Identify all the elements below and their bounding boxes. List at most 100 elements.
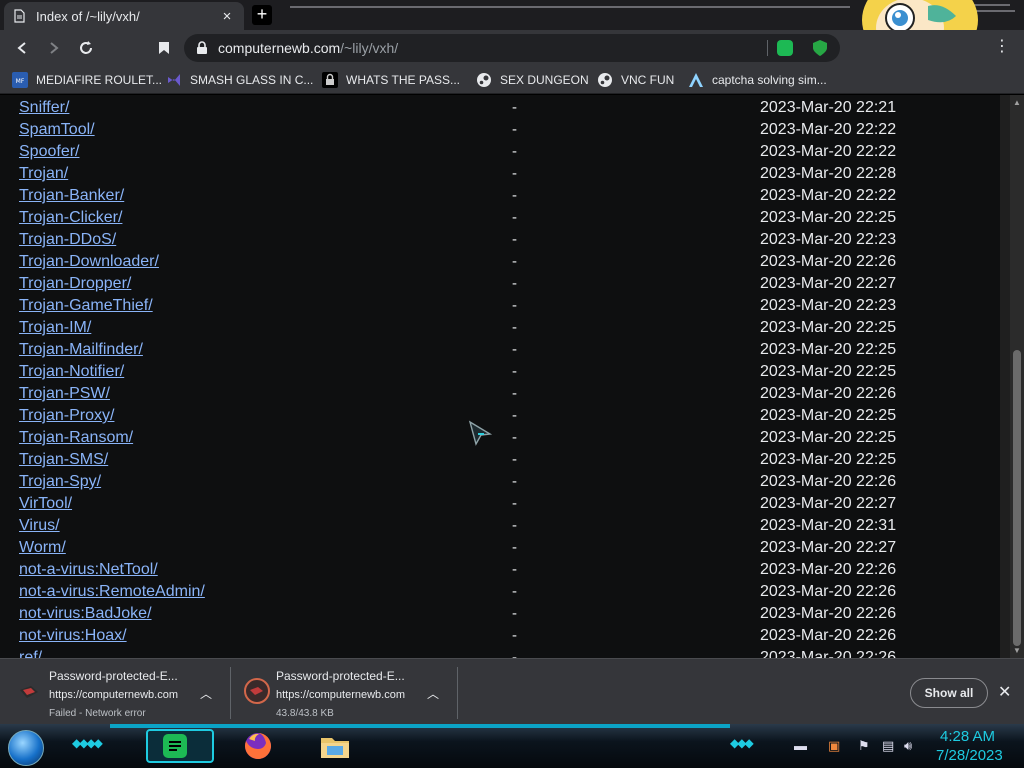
address-bar[interactable]: computernewb.com/~lily/vxh/	[184, 34, 840, 62]
directory-link[interactable]: Trojan-Notifier/	[19, 363, 124, 381]
firefox-icon[interactable]	[241, 729, 275, 763]
directory-link[interactable]: Virus/	[19, 517, 60, 535]
shield-extension-icon[interactable]	[812, 39, 828, 57]
date-cell: 2023-Mar-20 22:26	[760, 627, 897, 644]
directory-link[interactable]: Trojan-GameThief/	[19, 297, 153, 315]
directory-link[interactable]: ref/	[19, 649, 42, 658]
volume-icon[interactable]: 🔊︎	[904, 738, 912, 754]
new-tab-button[interactable]: +	[252, 5, 272, 25]
show-desktop-icon[interactable]: ▬	[794, 738, 807, 753]
scroll-down-arrow-icon[interactable]: ▼	[1013, 646, 1021, 655]
clock-date[interactable]: 7/28/2023	[936, 747, 1003, 764]
directory-link[interactable]: not-a-virus:NetTool/	[19, 561, 158, 579]
browser-menu-button[interactable]: ⋮	[994, 36, 1010, 56]
directory-link[interactable]: Trojan-Banker/	[19, 187, 124, 205]
download-item[interactable]: Password-protected-E... https://computer…	[0, 659, 230, 725]
table-row: Trojan-IM/ - 2023-Mar-20 22:25	[0, 319, 1000, 341]
table-row: Virus/ - 2023-Mar-20 22:31	[0, 517, 1000, 539]
tray-app-icon[interactable]: ▣	[828, 738, 840, 754]
tab-close-button[interactable]: ×	[218, 8, 236, 25]
directory-link[interactable]: Trojan-SMS/	[19, 451, 108, 469]
chevron-up-icon[interactable]: ︿	[200, 685, 212, 702]
directory-link[interactable]: VirTool/	[19, 495, 72, 513]
directory-link[interactable]: Trojan-Proxy/	[19, 407, 114, 425]
close-icon[interactable]: ✕	[998, 682, 1011, 702]
date-cell: 2023-Mar-20 22:27	[760, 539, 897, 556]
url-text: computernewb.com/~lily/vxh/	[218, 40, 398, 56]
size-cell: -	[512, 539, 517, 556]
table-row: Trojan-Dropper/ - 2023-Mar-20 22:27	[0, 275, 1000, 297]
directory-link[interactable]: Trojan-Spy/	[19, 473, 101, 491]
visual-studio-icon	[166, 72, 182, 88]
file-explorer-icon[interactable]	[318, 729, 352, 763]
show-all-button[interactable]: Show all	[910, 678, 988, 708]
download-status: 43.8/43.8 KB	[276, 708, 334, 719]
reload-button[interactable]	[74, 36, 98, 60]
download-filename: Password-protected-E...	[276, 669, 405, 683]
network-icon[interactable]: ▤	[882, 738, 894, 754]
directory-link[interactable]: Trojan-Clicker/	[19, 209, 122, 227]
directory-link[interactable]: Worm/	[19, 539, 66, 557]
download-divider	[457, 667, 458, 719]
size-cell: -	[512, 407, 517, 424]
size-cell: -	[512, 253, 517, 270]
directory-link[interactable]: not-virus:BadJoke/	[19, 605, 152, 623]
clock-time[interactable]: 4:28 AM	[940, 728, 995, 745]
scrollbar-thumb[interactable]	[1013, 350, 1021, 646]
size-cell: -	[512, 187, 517, 204]
download-item[interactable]: Password-protected-E... https://computer…	[231, 659, 457, 725]
bookmark-icon	[159, 42, 169, 54]
vertical-scrollbar[interactable]: ▲ ▼	[1010, 95, 1024, 658]
chevron-up-icon[interactable]: ︿	[427, 685, 439, 702]
table-row: Trojan-Banker/ - 2023-Mar-20 22:22	[0, 187, 1000, 209]
bookmark-item[interactable]: WHATS THE PASS...	[322, 70, 460, 90]
directory-link[interactable]: not-a-virus:RemoteAdmin/	[19, 583, 205, 601]
table-row: Worm/ - 2023-Mar-20 22:27	[0, 539, 1000, 561]
forward-arrow-icon	[50, 42, 59, 54]
directory-link[interactable]: Spoofer/	[19, 143, 79, 161]
bookmark-item[interactable]: captcha solving sim...	[688, 70, 827, 90]
directory-listing: Sniffer/ - 2023-Mar-20 22:21 SpamTool/ - 202…	[0, 95, 1010, 658]
bookmark-item[interactable]: SMASH GLASS IN C...	[166, 70, 313, 90]
size-cell: -	[512, 121, 517, 138]
date-cell: 2023-Mar-20 22:26	[760, 561, 897, 578]
table-row: Trojan-Spy/ - 2023-Mar-20 22:26	[0, 473, 1000, 495]
directory-link[interactable]: Trojan-Ransom/	[19, 429, 133, 447]
directory-link[interactable]: SpamTool/	[19, 121, 95, 139]
bookmark-item[interactable]: MF MEDIAFIRE ROULET...	[12, 70, 162, 90]
size-cell: -	[512, 517, 517, 534]
directory-link[interactable]: Trojan-Downloader/	[19, 253, 159, 271]
table-row: not-a-virus:RemoteAdmin/ - 2023-Mar-20 22:…	[0, 583, 1000, 605]
table-row: Trojan-Proxy/ - 2023-Mar-20 22:25	[0, 407, 1000, 429]
bookmark-item[interactable]: SEX DUNGEON	[476, 70, 589, 90]
date-cell: 2023-Mar-20 22:25	[760, 209, 897, 226]
bookmark-star-button[interactable]	[152, 36, 176, 60]
directory-link[interactable]: Trojan-PSW/	[19, 385, 110, 403]
start-button[interactable]	[8, 730, 44, 766]
notes-extension-icon[interactable]	[777, 40, 793, 56]
date-cell: 2023-Mar-20 22:27	[760, 275, 897, 292]
bookmark-item[interactable]: VNC FUN	[597, 70, 674, 90]
flag-icon[interactable]: ⚑	[858, 738, 870, 754]
bookmark-label: VNC FUN	[621, 73, 675, 87]
tab-active[interactable]: Index of /~lily/vxh/ ×	[4, 2, 244, 30]
forward-button[interactable]	[42, 36, 66, 60]
lock-icon	[322, 72, 338, 88]
notes-app-icon[interactable]	[158, 729, 192, 763]
table-row: VirTool/ - 2023-Mar-20 22:27	[0, 495, 1000, 517]
directory-link[interactable]: Sniffer/	[19, 99, 69, 117]
browser-toolbar: computernewb.com/~lily/vxh/ ⋮	[0, 30, 1024, 66]
directory-link[interactable]: Trojan-DDoS/	[19, 231, 116, 249]
table-row: Sniffer/ - 2023-Mar-20 22:21	[0, 99, 1000, 121]
size-cell: -	[512, 209, 517, 226]
back-button[interactable]	[10, 36, 34, 60]
bookmark-label: WHATS THE PASS...	[346, 73, 461, 87]
directory-link[interactable]: Trojan-Dropper/	[19, 275, 131, 293]
scroll-up-arrow-icon[interactable]: ▲	[1013, 98, 1021, 107]
directory-link[interactable]: not-virus:Hoax/	[19, 627, 127, 645]
directory-link[interactable]: Trojan/	[19, 165, 68, 183]
size-cell: -	[512, 319, 517, 336]
directory-link[interactable]: Trojan-IM/	[19, 319, 91, 337]
bookmark-label: MEDIAFIRE ROULET...	[36, 73, 163, 87]
directory-link[interactable]: Trojan-Mailfinder/	[19, 341, 143, 359]
